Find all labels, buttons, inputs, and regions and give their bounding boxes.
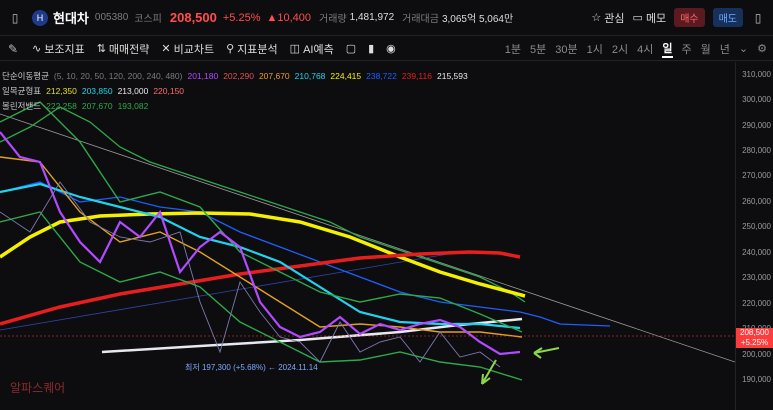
axis-tick: 300,000: [742, 95, 771, 104]
period-4h[interactable]: 4시: [637, 41, 653, 57]
stock-price: 208,500: [169, 10, 217, 25]
period-30m[interactable]: 30분: [555, 41, 577, 57]
tool-ai[interactable]: ◫ AI예측: [290, 41, 334, 57]
memo-button[interactable]: ▭ 메모: [633, 10, 667, 26]
low-price-annotation: 최저 197,300 (+5.68%) ← 2024.11.14: [185, 363, 318, 372]
star-icon: ☆: [591, 12, 602, 24]
chevron-down-icon[interactable]: ⌄: [739, 42, 748, 55]
period-1h[interactable]: 1시: [587, 41, 603, 57]
period-2h[interactable]: 2시: [612, 41, 628, 57]
strategy-icon: ⇅: [96, 43, 106, 55]
period-week[interactable]: 주: [682, 41, 692, 57]
ma-20-line: [0, 156, 523, 338]
axis-tick: 200,000: [742, 350, 771, 359]
axis-tick: 310,000: [742, 70, 771, 79]
hyundai-logo-icon: H: [32, 9, 48, 26]
period-month[interactable]: 월: [701, 41, 711, 57]
stock-market: 코스피: [134, 14, 162, 25]
axis-tick: 260,000: [742, 197, 771, 206]
buy-button[interactable]: 매수: [674, 8, 705, 27]
axis-tick: 290,000: [742, 121, 771, 130]
tool-compare[interactable]: ✕ 비교차트: [161, 41, 214, 57]
camera-icon[interactable]: ◉: [386, 42, 396, 55]
legend-bollinger[interactable]: 볼린저밴드 222,258 207,670 193,082: [2, 100, 153, 112]
sell-button[interactable]: 매도: [712, 8, 743, 27]
square-icon[interactable]: ▢: [346, 42, 356, 55]
tool-indicators[interactable]: ∿ 보조지표: [32, 41, 85, 57]
memo-icon: ▭: [632, 12, 643, 24]
axis-tick: 220,000: [742, 299, 771, 308]
price-chart[interactable]: [0, 62, 735, 410]
stock-code: 005380: [94, 12, 129, 23]
header-actions: ☆ 관심 ▭ 메모 매수 매도 ▯: [591, 8, 765, 27]
price-candles-line: [0, 131, 521, 356]
axis-tick: 190,000: [742, 375, 771, 384]
tool-strategy[interactable]: ⇅ 매매전략: [97, 41, 150, 57]
price-axis[interactable]: 310,000 300,000 290,000 280,000 270,000 …: [735, 62, 773, 410]
pencil-icon[interactable]: ✎: [6, 42, 20, 56]
candle-type-icon[interactable]: ▮: [368, 42, 374, 55]
legend-ichimoku[interactable]: 일목균형표 212,350 203,850 213,000 220,150: [2, 85, 189, 97]
panel-toggle-icon[interactable]: ▯: [8, 11, 22, 25]
watch-button[interactable]: ☆ 관심: [591, 10, 624, 26]
green-arrow-right-icon: [533, 347, 560, 359]
legend-ma[interactable]: 단순이동평균 (5, 10, 20, 50, 120, 200, 240, 480…: [2, 70, 473, 82]
analysis-icon: ⚲: [226, 43, 235, 55]
amount-label: 거래대금: [402, 14, 439, 25]
axis-tick: 240,000: [742, 248, 771, 257]
indicator-icon: ∿: [32, 43, 42, 55]
axis-tick: 280,000: [742, 146, 771, 155]
change-pct: +5.25%: [222, 11, 261, 24]
volume-value: 1,481,972: [349, 12, 395, 23]
change-abs: ▲10,400: [266, 11, 312, 24]
period-1m[interactable]: 1분: [505, 41, 521, 57]
stock-header: ▯ H 현대차 005380 코스피 208,500 +5.25% ▲10,40…: [0, 0, 773, 36]
axis-tick: 250,000: [742, 222, 771, 231]
period-5m[interactable]: 5분: [530, 41, 546, 57]
axis-tick: 270,000: [742, 171, 771, 180]
axis-tick: 230,000: [742, 273, 771, 282]
settings-gear-icon[interactable]: ⚙: [757, 42, 767, 55]
period-selector: 1분 5분 30분 1시 2시 4시 일 주 월 년 ⌄ ⚙: [496, 40, 767, 58]
watermark-logo: 알파스퀘어: [10, 381, 66, 395]
ai-icon: ◫: [289, 43, 301, 55]
amount-value: 3,065억 5,064만: [441, 14, 514, 25]
volume-label: 거래량: [319, 14, 347, 25]
period-day[interactable]: 일: [662, 40, 673, 58]
side-panel-icon[interactable]: ▯: [751, 11, 765, 25]
period-year[interactable]: 년: [720, 41, 730, 57]
compare-icon: ✕: [161, 43, 171, 55]
current-price-tag: 208,500 +5.25%: [736, 328, 773, 348]
tool-analysis[interactable]: ⚲ 지표분석: [226, 41, 278, 57]
chart-toolbar: ✎ ∿ 보조지표 ⇅ 매매전략 ✕ 비교차트 ⚲ 지표분석 ◫ AI예측 ▢ ▮ ◉ 1분…: [0, 37, 773, 61]
stock-name[interactable]: 현대차: [53, 8, 89, 27]
bollinger-lower-line: [0, 211, 523, 381]
